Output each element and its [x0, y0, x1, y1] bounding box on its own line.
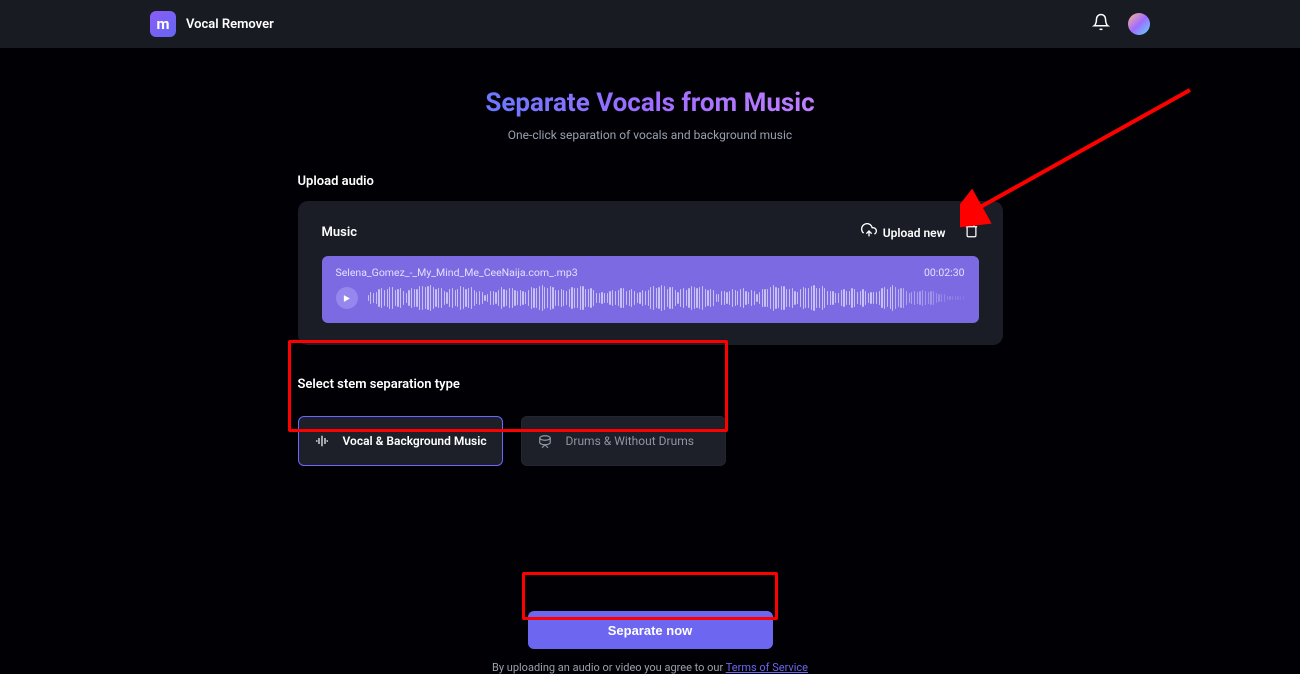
app-name: Vocal Remover	[186, 17, 274, 32]
sound-wave-icon	[313, 432, 331, 450]
track-meta: Selena_Gomez_-_My_Mind_Me_CeeNaija.com_.…	[336, 266, 965, 279]
upload-card: Music Upload new	[298, 201, 1003, 345]
separation-section-label: Select stem separation type	[298, 377, 1003, 392]
upload-actions: Upload new	[861, 223, 979, 242]
notification-icon[interactable]	[1092, 13, 1110, 35]
stem-option-label: Vocal & Background Music	[343, 434, 487, 448]
header-inner: m Vocal Remover	[150, 11, 1150, 37]
upload-section-label: Upload audio	[298, 174, 1003, 189]
track-controls	[336, 285, 965, 311]
audio-track: Selena_Gomez_-_My_Mind_Me_CeeNaija.com_.…	[322, 256, 979, 323]
app-header: m Vocal Remover	[0, 0, 1300, 48]
app-logo[interactable]: m	[150, 11, 176, 37]
play-icon	[342, 294, 351, 303]
stem-options-row: Vocal & Background Music Drums & Without…	[298, 416, 1003, 466]
track-filename: Selena_Gomez_-_My_Mind_Me_CeeNaija.com_.…	[336, 266, 578, 279]
stem-option-vocal-bg[interactable]: Vocal & Background Music	[298, 416, 503, 466]
cloud-upload-icon	[861, 223, 877, 242]
waveform[interactable]	[368, 285, 965, 311]
main-content: Separate Vocals from Music One-click sep…	[0, 48, 1300, 674]
drums-icon	[536, 432, 554, 450]
upload-card-header: Music Upload new	[322, 223, 979, 242]
page-subtitle: One-click separation of vocals and backg…	[508, 128, 792, 142]
play-button[interactable]	[336, 287, 358, 309]
terms-link[interactable]: Terms of Service	[726, 661, 808, 674]
avatar[interactable]	[1128, 13, 1150, 35]
track-duration: 00:02:30	[924, 266, 965, 279]
terms-prefix: By uploading an audio or video you agree…	[492, 661, 726, 674]
separate-now-button[interactable]: Separate now	[528, 611, 773, 649]
upload-new-button[interactable]: Upload new	[861, 223, 946, 242]
delete-button[interactable]	[964, 223, 979, 242]
header-actions	[1092, 13, 1150, 35]
terms-text: By uploading an audio or video you agree…	[492, 661, 808, 674]
upload-new-label: Upload new	[883, 226, 946, 240]
page-title: Separate Vocals from Music	[485, 88, 814, 118]
music-label: Music	[322, 225, 357, 240]
stem-option-drums[interactable]: Drums & Without Drums	[521, 416, 726, 466]
stem-option-label: Drums & Without Drums	[566, 434, 694, 448]
